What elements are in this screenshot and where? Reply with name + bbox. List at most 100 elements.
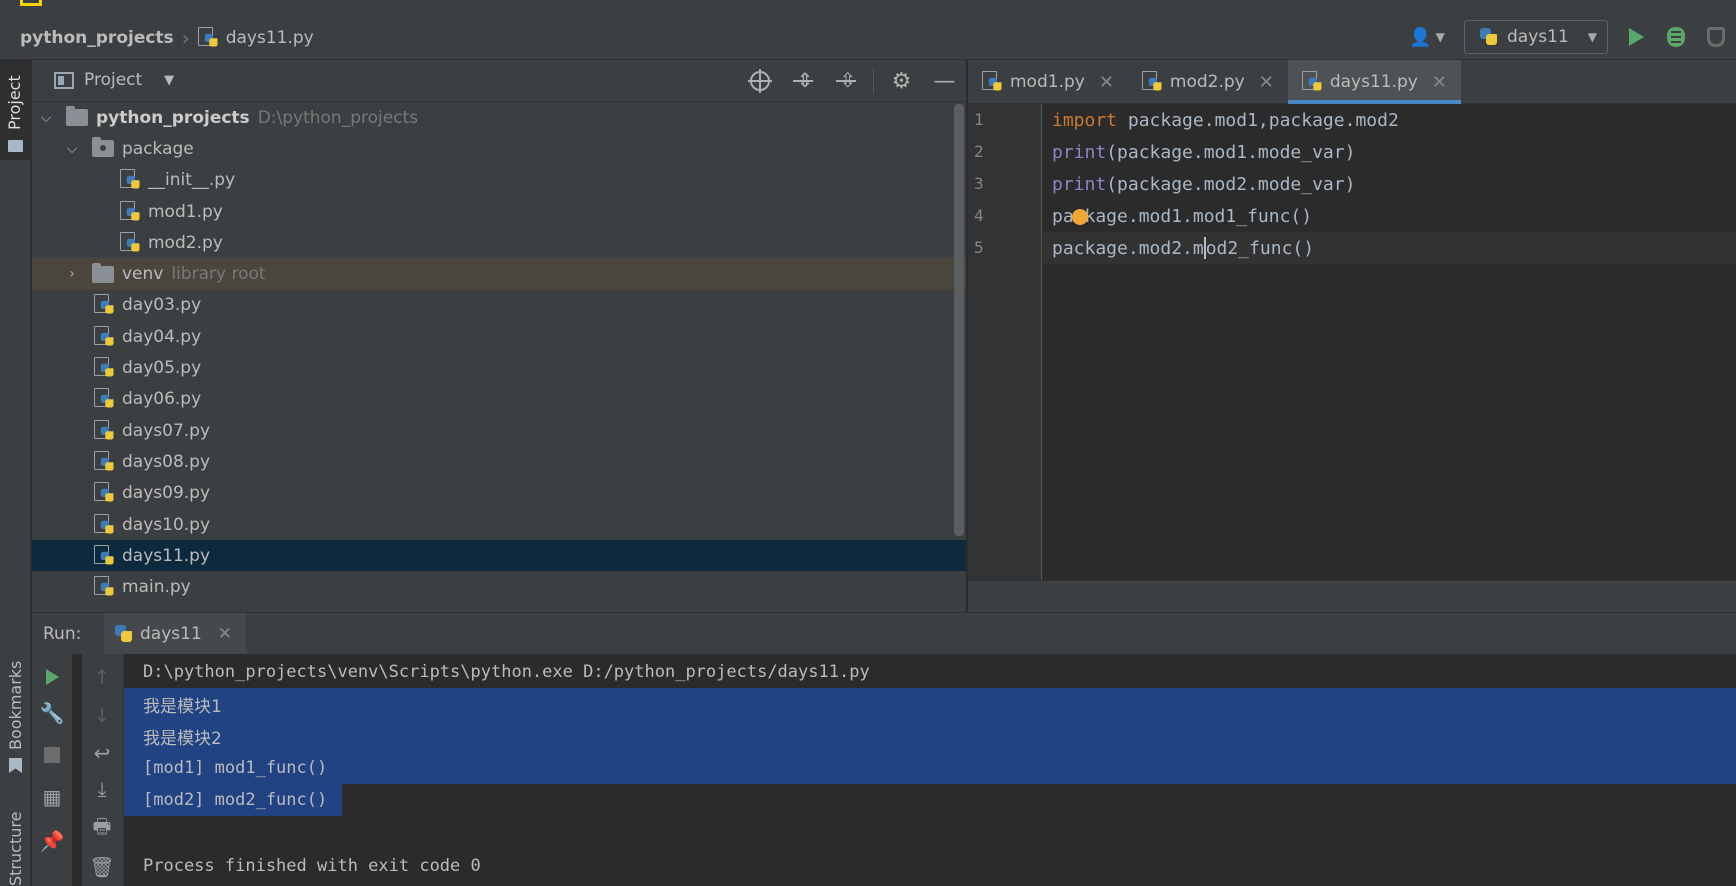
tab-label: days11.py bbox=[1329, 72, 1418, 92]
line-number: 5 bbox=[974, 238, 984, 257]
editor-tabs: mod1.py ✕ mod2.py ✕ days11.py ✕ bbox=[968, 60, 1736, 104]
tree-item-label: days09.py bbox=[122, 483, 211, 504]
tree-item-days07-py[interactable]: days07.py bbox=[32, 415, 966, 446]
code-text: package.mod1,package.mod2 bbox=[1117, 109, 1399, 131]
breadcrumb-file[interactable]: days11.py bbox=[226, 28, 314, 48]
hide-panel-button[interactable]: — bbox=[923, 66, 966, 96]
line-number: 4 bbox=[974, 206, 984, 225]
pin-icon: 📌 bbox=[39, 829, 65, 853]
line-number: 3 bbox=[974, 174, 984, 193]
tree-item-day04-py[interactable]: day04.py bbox=[32, 321, 966, 352]
tree-item-day06-py[interactable]: day06.py bbox=[32, 384, 966, 415]
debug-button[interactable] bbox=[1656, 20, 1696, 54]
run-console[interactable]: D:\python_projects\venv\Scripts\python.e… bbox=[124, 654, 1736, 886]
stop-icon bbox=[44, 747, 60, 763]
python-file-icon bbox=[120, 231, 140, 254]
soft-wrap-button[interactable]: ↩ bbox=[82, 736, 122, 770]
project-tree-scrollbar[interactable] bbox=[954, 104, 964, 536]
breadcrumb-separator-icon: › bbox=[181, 26, 190, 50]
scroll-up-button[interactable]: ↑ bbox=[82, 660, 122, 694]
code-area[interactable]: import package.mod1,package.mod2 print (p… bbox=[1042, 104, 1736, 580]
chevron-right-icon[interactable]: › bbox=[64, 266, 80, 282]
run-button[interactable] bbox=[1616, 20, 1656, 54]
gear-icon: ⚙ bbox=[891, 68, 912, 94]
run-panel-header: Run: days11 ✕ bbox=[32, 612, 1736, 655]
python-file-icon bbox=[94, 482, 114, 504]
project-view-selector[interactable]: Project ▼ bbox=[54, 70, 174, 90]
tab-mod1-py[interactable]: mod1.py ✕ bbox=[968, 60, 1128, 104]
run-configuration-select[interactable]: days11 ▼ bbox=[1464, 20, 1608, 54]
tree-item-mod2-py[interactable]: mod2.py bbox=[32, 227, 966, 258]
bookmarks-tool-tab[interactable]: Bookmarks bbox=[0, 660, 31, 780]
tree-item-label: days10.py bbox=[122, 514, 211, 535]
chevron-down-icon[interactable]: ⌵ bbox=[64, 141, 80, 157]
tree-item-venv[interactable]: › venv library root bbox=[32, 258, 966, 290]
code-line[interactable]: import package.mod1,package.mod2 bbox=[1042, 104, 1736, 136]
python-file-icon bbox=[197, 27, 218, 49]
code-line[interactable]: print (package.mod1.mode_var) bbox=[1042, 136, 1736, 168]
user-menu-button[interactable]: 👤 ▼ bbox=[1404, 22, 1450, 52]
tree-item-day03-py[interactable]: day03.py bbox=[32, 290, 966, 321]
tree-item-days08-py[interactable]: days08.py bbox=[32, 446, 966, 477]
close-icon[interactable]: ✕ bbox=[218, 624, 232, 644]
python-file-icon bbox=[120, 169, 140, 191]
tree-item-init-py[interactable]: __init__.py bbox=[32, 165, 966, 196]
tree-item-mod1-py[interactable]: mod1.py bbox=[32, 196, 966, 227]
title-bar bbox=[0, 0, 1736, 14]
line-number: 1 bbox=[974, 110, 984, 129]
pin-tab-button[interactable]: 📌 bbox=[32, 824, 72, 858]
tree-item-label: days11.py bbox=[122, 545, 211, 566]
edit-configuration-button[interactable]: 🔧 bbox=[32, 696, 72, 730]
lightbulb-icon[interactable] bbox=[1072, 209, 1088, 225]
keyword-token: import bbox=[1052, 109, 1118, 131]
close-icon[interactable]: ✕ bbox=[1432, 72, 1447, 93]
breadcrumb-project[interactable]: python_projects bbox=[20, 28, 174, 48]
code-text: package.mod2.m bbox=[1052, 237, 1204, 259]
console-exit-line: Process finished with exit code 0 bbox=[143, 856, 481, 876]
project-tool-tab[interactable]: Project bbox=[0, 60, 31, 160]
code-editor: mod1.py ✕ mod2.py ✕ days11.py ✕ 1 2 3 4 … bbox=[968, 60, 1736, 612]
console-output-line: [mod2] mod2_func() bbox=[124, 784, 342, 816]
builtin-token: print bbox=[1052, 141, 1107, 163]
expand-all-button[interactable] bbox=[781, 66, 824, 96]
tree-item-package[interactable]: ⌵ package bbox=[32, 133, 966, 164]
line-number-gutter: 1 2 3 4 5 bbox=[968, 104, 1042, 580]
tree-item-python-projects[interactable]: ⌵ python_projects D:\python_projects bbox=[32, 102, 966, 133]
run-actions-toolbar: 🔧 ▦ 📌 bbox=[32, 654, 72, 886]
tab-mod2-py[interactable]: mod2.py ✕ bbox=[1128, 60, 1288, 104]
tree-item-day05-py[interactable]: day05.py bbox=[32, 352, 966, 383]
project-panel-title: Project bbox=[84, 70, 143, 90]
coverage-button[interactable] bbox=[1696, 20, 1736, 54]
code-line[interactable]: package.mod1.mod1_func() bbox=[1042, 200, 1736, 232]
tab-label: mod2.py bbox=[1169, 72, 1245, 92]
options-button[interactable]: ⚙ bbox=[880, 66, 923, 96]
locate-file-button[interactable] bbox=[738, 66, 781, 96]
close-icon[interactable]: ✕ bbox=[1099, 72, 1114, 93]
tab-days11-py[interactable]: days11.py ✕ bbox=[1287, 60, 1462, 104]
code-line-current[interactable]: package.mod2.m od2_func() bbox=[1042, 232, 1736, 264]
close-icon[interactable]: ✕ bbox=[1259, 72, 1274, 93]
layout-button[interactable]: ▦ bbox=[32, 780, 72, 814]
run-tab-days11[interactable]: days11 ✕ bbox=[104, 613, 247, 655]
chevron-down-icon[interactable]: ⌵ bbox=[38, 110, 54, 126]
structure-tool-tab-label: Structure bbox=[6, 811, 25, 886]
stop-button[interactable] bbox=[32, 738, 72, 772]
tree-item-days10-py[interactable]: days10.py bbox=[32, 509, 966, 540]
scroll-down-button[interactable]: ↓ bbox=[82, 698, 122, 732]
rerun-button[interactable] bbox=[32, 660, 72, 694]
play-icon bbox=[45, 669, 59, 685]
crosshair-icon bbox=[747, 69, 772, 93]
tree-item-main-py[interactable]: main.py bbox=[32, 571, 966, 602]
folder-icon bbox=[66, 106, 88, 127]
scroll-to-end-button[interactable]: ⤓ bbox=[82, 772, 122, 806]
structure-tool-tab[interactable]: Structure bbox=[0, 790, 31, 886]
tree-item-label: day04.py bbox=[122, 326, 202, 347]
chevron-down-icon: ▼ bbox=[1587, 30, 1597, 44]
tree-item-days11-py[interactable]: days11.py bbox=[32, 540, 966, 572]
tree-item-days09-py[interactable]: days09.py bbox=[32, 478, 966, 509]
code-line[interactable]: print (package.mod2.mode_var) bbox=[1042, 168, 1736, 200]
tree-item-label: day05.py bbox=[122, 358, 202, 379]
print-button[interactable]: 🖶 bbox=[82, 812, 122, 846]
collapse-all-button[interactable] bbox=[824, 66, 867, 96]
clear-all-button[interactable]: 🗑 bbox=[82, 850, 122, 884]
